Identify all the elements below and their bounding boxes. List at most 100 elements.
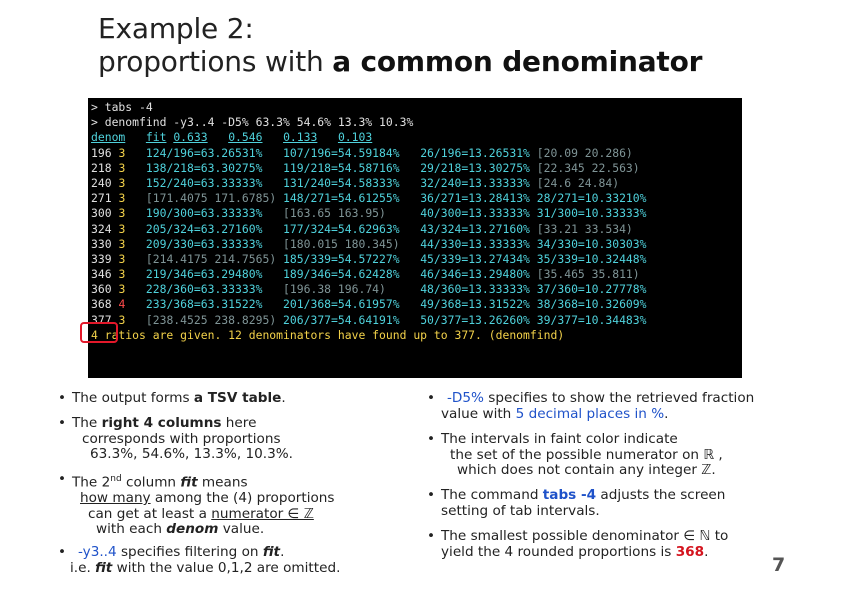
rb1-post: specifies to show the retrieved fraction <box>483 390 755 406</box>
rb1-line2a: value with <box>441 405 516 422</box>
rb4-line2b: . <box>704 543 709 560</box>
row-cell-3: 50/377=13.26260% <box>420 312 537 327</box>
row-cell-3: 48/360=13.33333% <box>420 282 537 297</box>
row-denom: 196 <box>91 145 119 160</box>
row-cell-2: 148/271=54.61255% <box>283 191 421 206</box>
row-cell-2: 177/324=54.62963% <box>283 221 421 236</box>
row-cell-1: [214.4175 214.7565) <box>145 251 284 266</box>
lb3-fit: fit <box>180 474 198 491</box>
header-denom: denom <box>91 130 126 145</box>
lb3-pre: The 2 <box>72 474 111 491</box>
row-fit: 3 <box>118 191 126 206</box>
row-fit: 4 <box>118 297 126 312</box>
terminal-row-360: 360 3 228/360=63.33333% [196.38 196.74) … <box>91 282 742 297</box>
row-cell-2: 185/339=54.57227% <box>283 251 421 266</box>
row-cell-3: 44/330=13.33333% <box>420 236 537 251</box>
header-fit: fit <box>145 130 167 145</box>
row-cell-1: 205/324=63.27160% <box>145 221 284 236</box>
row-cell-4: [35.465 35.811) <box>536 267 640 282</box>
row-cell-4: 37/360=10.27778% <box>536 282 647 297</box>
rb1-line2b: . <box>664 405 669 422</box>
row-denom: 346 <box>91 267 119 282</box>
left-bullet-3: • The 2nd column fit means how many among… <box>58 471 335 538</box>
title-line-2-bold: a common denominator <box>332 45 703 78</box>
row-cell-1: 152/240=63.33333% <box>145 175 284 190</box>
row-fit: 3 <box>118 282 126 297</box>
row-cell-4: [24.6 24.84) <box>536 175 620 190</box>
row-cell-1: 228/360=63.33333% <box>145 282 284 297</box>
row-cell-4: 34/330=10.30303% <box>536 236 647 251</box>
lb4-line2a: i.e. <box>70 559 96 576</box>
row-cell-3: 32/240=13.33333% <box>420 175 537 190</box>
right-bullet-1: • -D5% specifies to show the retrieved fr… <box>427 390 755 422</box>
row-cell-2: [163.65 163.95) <box>283 206 421 221</box>
row-cell-3: 43/324=13.27160% <box>420 221 537 236</box>
row-denom: 339 <box>91 251 119 266</box>
header-p1: 0.633 <box>173 130 208 145</box>
lb4-line2b: with the value 0,1,2 are omitted. <box>112 559 341 576</box>
row-denom: 240 <box>91 175 119 190</box>
rb3-post: adjusts the screen <box>596 487 726 503</box>
row-cell-1: [171.4075 171.6785) <box>145 191 284 206</box>
lb3-how-many: how many <box>80 490 151 507</box>
row-cell-1: 124/196=63.26531% <box>145 145 284 160</box>
rb2-line2: the set of the possible numerator on ℝ , <box>450 446 723 463</box>
lb2-post: here <box>221 415 257 431</box>
row-denom: 324 <box>91 221 119 236</box>
terminal-footer: 4 ratios are given. 12 denominators have… <box>91 327 565 342</box>
lb2-pre: The <box>72 415 102 431</box>
rb4-line2a: yield the 4 rounded proportions is <box>441 543 676 560</box>
terminal-cmd-denomfind: > denomfind -y3..4 -D5% 63.3% 54.6% 13.3… <box>91 115 414 130</box>
lb3-numerator: numerator ∈ ℤ <box>211 505 314 522</box>
row-fit: 3 <box>118 175 126 190</box>
lb2-bold: right 4 columns <box>101 415 222 431</box>
right-bullet-4: • The smallest possible denominator ∈ ℕ t… <box>427 528 729 560</box>
row-cell-4: [22.345 22.563) <box>536 160 640 175</box>
lb4-fit2: fit <box>95 559 113 576</box>
title-line-2: proportions with a common denominator <box>98 45 702 78</box>
lb3-line3a: can get at least a <box>88 505 212 522</box>
rb2-line3: which does not contain any integer ℤ. <box>457 462 716 478</box>
rb3-pre: The command <box>441 487 543 503</box>
lb2-line3: 63.3%, 54.6%, 13.3%, 10.3%. <box>90 446 293 462</box>
terminal-screenshot: > tabs -4 > denomfind -y3..4 -D5% 63.3% … <box>88 98 742 378</box>
left-bullet-4: • -y3..4 specifies filtering on fit. i.e.… <box>58 544 341 576</box>
row-fit: 3 <box>118 267 126 282</box>
row-fit: 3 <box>118 160 126 175</box>
row-cell-2: 189/346=54.62428% <box>283 267 421 282</box>
row-cell-1: 138/218=63.30275% <box>145 160 284 175</box>
rb3-line2: setting of tab intervals. <box>441 502 600 519</box>
terminal-row-330: 330 3 209/330=63.33333% [180.015 180.345… <box>91 237 742 252</box>
row-cell-2: 131/240=54.58333% <box>283 175 421 190</box>
row-denom: 271 <box>91 191 119 206</box>
row-cell-2: [196.38 196.74) <box>283 282 421 297</box>
terminal-row-240: 240 3 152/240=63.33333% 131/240=54.58333… <box>91 176 742 191</box>
lb4-option: -y3..4 <box>78 544 117 560</box>
row-cell-3: 46/346=13.29480% <box>420 267 537 282</box>
row-cell-2: 206/377=54.64191% <box>283 312 421 327</box>
terminal-data-rows: 196 3 124/196=63.26531% 107/196=54.59184… <box>91 146 742 328</box>
row-denom: 218 <box>91 160 119 175</box>
highlight-box-368 <box>80 322 118 343</box>
lb3-sup: nd <box>110 474 122 484</box>
row-denom: 300 <box>91 206 119 221</box>
row-cell-2: 107/196=54.59184% <box>283 145 421 160</box>
terminal-cmd-tabs: > tabs -4 <box>91 100 153 114</box>
terminal-row-324: 324 3 205/324=63.27160% 177/324=54.62963… <box>91 222 742 237</box>
header-p3: 0.133 <box>283 130 318 145</box>
row-cell-4: 28/271=10.33210% <box>536 191 647 206</box>
row-fit: 3 <box>118 251 126 266</box>
rb4-line1: The smallest possible denominator ∈ ℕ to <box>441 528 729 544</box>
lb1-text: The output forms <box>72 390 194 406</box>
rb1-option: -D5% <box>447 390 484 406</box>
header-p4: 0.103 <box>337 130 373 145</box>
row-fit: 3 <box>118 312 126 327</box>
lb1-bold: a TSV table <box>193 390 282 406</box>
row-cell-1: 209/330=63.33333% <box>145 236 284 251</box>
row-fit: 3 <box>118 145 126 160</box>
rb3-command: tabs -4 <box>542 487 597 503</box>
row-cell-1: [238.4525 238.8295) <box>145 312 284 327</box>
row-cell-4: 38/368=10.32609% <box>536 297 647 312</box>
lb2-line2: corresponds with proportions <box>82 430 281 447</box>
row-cell-3: 29/218=13.30275% <box>420 160 537 175</box>
